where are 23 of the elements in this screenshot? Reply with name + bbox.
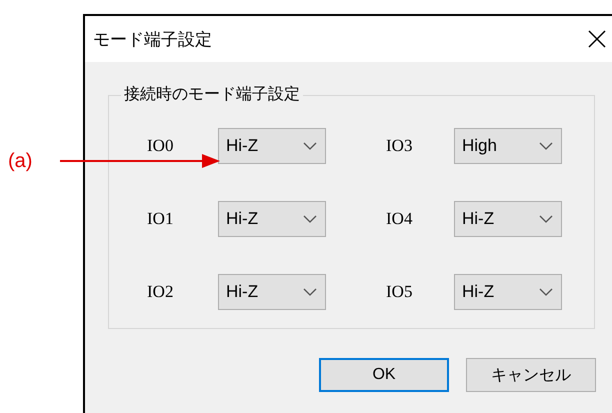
pin-label: IO2 — [147, 282, 174, 302]
pin-label: IO4 — [386, 209, 412, 229]
dialog-button[interactable]: OK — [319, 358, 449, 392]
chevron-icon — [303, 288, 317, 296]
mode-dropdown[interactable]: Hi-Z — [218, 128, 326, 164]
window-title: モード端子設定 — [93, 28, 212, 50]
pin-label: IO0 — [147, 136, 174, 156]
close-icon[interactable] — [588, 30, 606, 48]
chevron-icon — [539, 288, 553, 296]
pin-label: IO3 — [386, 136, 412, 156]
mode-dropdown[interactable]: Hi-Z — [218, 201, 326, 237]
annotation-label: (a) — [8, 150, 32, 173]
chevron-icon — [539, 142, 553, 150]
pin-label: IO1 — [147, 209, 174, 229]
mode-dropdown[interactable]: Hi-Z — [454, 201, 562, 237]
dialog-button[interactable]: キャンセル — [466, 358, 596, 392]
mode-dropdown[interactable]: Hi-Z — [454, 274, 562, 310]
chevron-icon — [303, 215, 317, 223]
pin-label: IO5 — [386, 282, 412, 302]
chevron-icon — [303, 142, 317, 150]
mode-dropdown[interactable]: Hi-Z — [218, 274, 326, 310]
mode-dropdown[interactable]: High — [454, 128, 562, 164]
chevron-icon — [539, 215, 553, 223]
